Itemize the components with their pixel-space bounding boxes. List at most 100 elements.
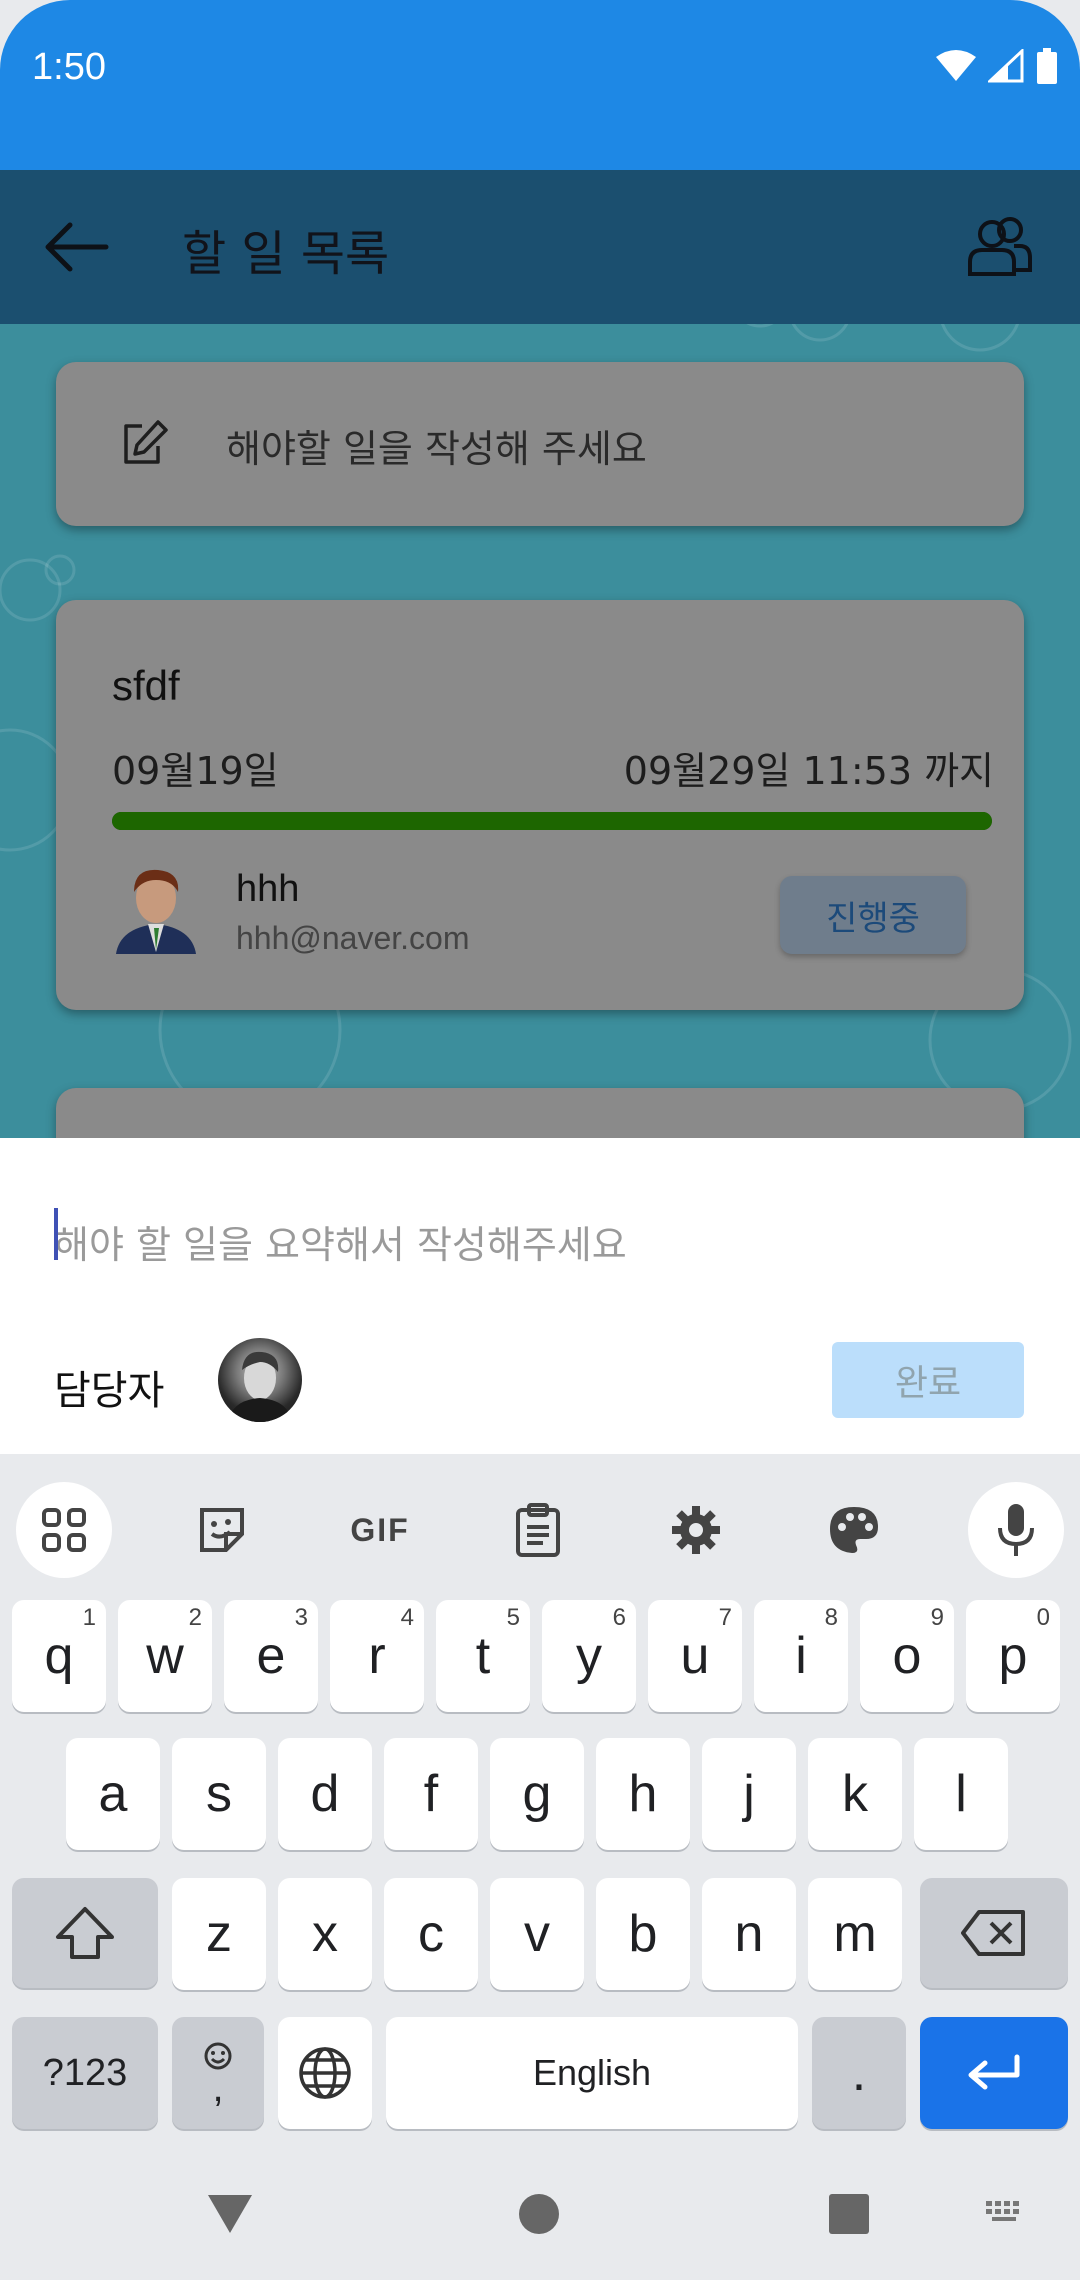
gear-icon [672, 1506, 720, 1554]
clipboard-button[interactable] [490, 1482, 586, 1578]
task-input-card[interactable]: 해야할 일을 작성해 주세요 [56, 362, 1024, 526]
people-icon [968, 217, 1032, 276]
key-label: n [734, 1905, 764, 1963]
key-f[interactable]: f [384, 1738, 478, 1850]
members-button[interactable] [966, 216, 1034, 278]
key-h[interactable]: h [596, 1738, 690, 1850]
comma-label: , [212, 2066, 224, 2110]
enter-key[interactable] [920, 2017, 1068, 2129]
voice-input-button[interactable] [968, 1482, 1064, 1578]
assignee-email: hhh@naver.com [236, 920, 470, 956]
key-g[interactable]: g [490, 1738, 584, 1850]
key-l[interactable]: l [914, 1738, 1008, 1850]
key-t[interactable]: t5 [436, 1600, 530, 1712]
back-triangle-icon[interactable] [206, 2193, 254, 2235]
key-y[interactable]: y6 [542, 1600, 636, 1712]
symbols-key[interactable]: ?123 [12, 2017, 158, 2129]
key-o[interactable]: o9 [860, 1600, 954, 1712]
status-time: 1:50 [32, 46, 106, 88]
enter-icon [968, 2054, 1020, 2090]
key-c[interactable]: c [384, 1878, 478, 1990]
key-label: i [795, 1627, 807, 1685]
key-number-hint: 8 [824, 1604, 838, 1631]
key-label: v [524, 1905, 550, 1963]
task-due-date: 09월29일 11:53 까지 [623, 749, 994, 793]
key-number-hint: 7 [718, 1604, 732, 1631]
soft-keyboard: GIF ?123 , English . q1w2e3r4t5y6u7i8o9p… [0, 1454, 1080, 2159]
key-z[interactable]: z [172, 1878, 266, 1990]
grid-icon [42, 1508, 86, 1552]
wifi-icon [936, 50, 976, 81]
key-label: e [256, 1627, 286, 1685]
assignee-avatar [112, 862, 200, 954]
theme-button[interactable] [806, 1482, 902, 1578]
task-summary-input[interactable] [54, 1212, 954, 1278]
key-x[interactable]: x [278, 1878, 372, 1990]
space-key[interactable]: English [386, 2017, 798, 2129]
key-label: s [206, 1765, 232, 1823]
backspace-key[interactable] [920, 1878, 1068, 1988]
key-label: w [146, 1627, 184, 1685]
language-key[interactable] [278, 2017, 372, 2129]
key-k[interactable]: k [808, 1738, 902, 1850]
task-input-placeholder: 해야할 일을 작성해 주세요 [226, 427, 647, 471]
key-d[interactable]: d [278, 1738, 372, 1850]
key-r[interactable]: r4 [330, 1600, 424, 1712]
key-label: d [310, 1765, 340, 1823]
done-button[interactable]: 완료 [832, 1342, 1024, 1418]
key-label: c [418, 1905, 444, 1963]
key-s[interactable]: s [172, 1738, 266, 1850]
key-w[interactable]: w2 [118, 1600, 212, 1712]
key-i[interactable]: i8 [754, 1600, 848, 1712]
backspace-icon [961, 1910, 1025, 1956]
app-content: 할 일 목록 해야할 일을 작성해 주세요 sfdf 09월19일 09월29일… [0, 170, 1080, 1138]
microphone-icon [998, 1504, 1034, 1556]
key-number-hint: 1 [82, 1604, 96, 1631]
key-label: f [423, 1765, 439, 1823]
key-n[interactable]: n [702, 1878, 796, 1990]
key-number-hint: 4 [400, 1604, 414, 1631]
key-label: h [628, 1765, 658, 1823]
new-task-sheet: 담당자 완료 [0, 1138, 1080, 1454]
assignee-name: hhh [236, 868, 300, 910]
task-title: sfdf [112, 662, 180, 709]
clipboard-icon [516, 1503, 560, 1557]
task-card[interactable]: sfdf 09월19일 09월29일 11:53 까지 hhh hhh@nave… [56, 600, 1024, 1010]
key-label: y [576, 1627, 602, 1685]
key-label: m [833, 1905, 877, 1963]
task-progress-bar [112, 812, 992, 830]
key-label: a [98, 1765, 128, 1823]
key-a[interactable]: a [66, 1738, 160, 1850]
assignee-photo[interactable] [218, 1338, 302, 1422]
back-button[interactable] [40, 215, 112, 279]
key-label: k [842, 1765, 868, 1823]
gif-button[interactable]: GIF [332, 1482, 428, 1578]
shift-key[interactable] [12, 1878, 158, 1988]
key-number-hint: 9 [930, 1604, 944, 1631]
emoji-comma-key[interactable]: , [172, 2017, 264, 2129]
key-q[interactable]: q1 [12, 1600, 106, 1712]
sticker-button[interactable] [174, 1482, 270, 1578]
key-m[interactable]: m [808, 1878, 902, 1990]
period-key[interactable]: . [812, 2017, 906, 2129]
key-label: t [475, 1627, 491, 1685]
task-status-button[interactable]: 진행중 [780, 876, 966, 954]
key-label: j [743, 1765, 755, 1823]
key-u[interactable]: u7 [648, 1600, 742, 1712]
shift-icon [56, 1907, 114, 1959]
globe-icon [299, 2047, 351, 2099]
task-progress-fill [112, 812, 992, 830]
recents-square-icon[interactable] [828, 2193, 870, 2235]
task-card-partial[interactable] [56, 1088, 1024, 1138]
edit-icon [118, 418, 170, 470]
keyboard-switch-icon[interactable] [984, 2199, 1028, 2225]
key-v[interactable]: v [490, 1878, 584, 1990]
key-b[interactable]: b [596, 1878, 690, 1990]
apps-grid-button[interactable] [16, 1482, 112, 1578]
home-circle-icon[interactable] [518, 2193, 560, 2235]
key-e[interactable]: e3 [224, 1600, 318, 1712]
key-j[interactable]: j [702, 1738, 796, 1850]
settings-button[interactable] [648, 1482, 744, 1578]
key-number-hint: 2 [188, 1604, 202, 1631]
key-p[interactable]: p0 [966, 1600, 1060, 1712]
